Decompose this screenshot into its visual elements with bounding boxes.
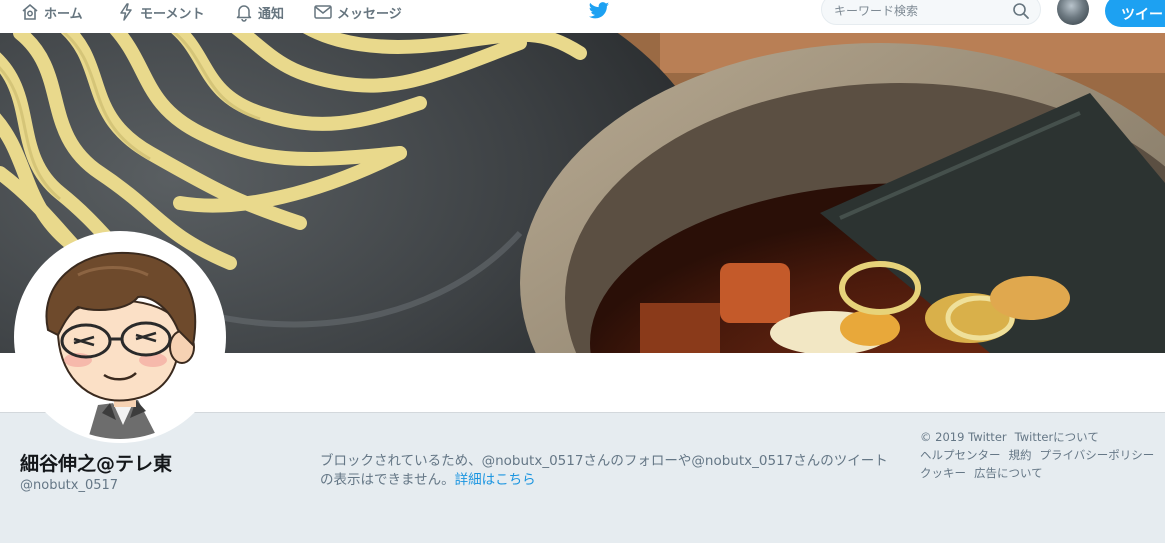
footer-terms-link[interactable]: 規約 <box>1009 448 1032 462</box>
lightning-icon <box>120 3 132 21</box>
footer-about-link[interactable]: Twitterについて <box>1015 430 1099 444</box>
profile-avatar[interactable] <box>14 231 226 443</box>
top-navigation-bar: ホーム モーメント 通知 メッセージ ツイー <box>0 0 1165 33</box>
blocked-notice: ブロックされているため、@nobutx_0517さんのフォローや@nobutx_… <box>320 452 900 490</box>
blocked-notice-text: ブロックされているため、@nobutx_0517さんのフォローや@nobutx_… <box>320 453 888 488</box>
nav-home[interactable]: ホーム <box>20 0 83 24</box>
nav-messages[interactable]: メッセージ <box>313 0 402 24</box>
twitter-bird-icon[interactable] <box>588 1 610 21</box>
footer-links: © 2019 Twitter Twitterについて ヘルプセンター 規約 プライバシ… <box>920 428 1165 482</box>
tweet-button[interactable]: ツイー <box>1105 0 1165 27</box>
nav-notifications-label: 通知 <box>258 6 285 22</box>
nav-notifications[interactable]: 通知 <box>234 0 284 24</box>
envelope-icon <box>314 5 332 19</box>
profile-handle: @nobutx_0517 <box>20 478 119 493</box>
search-icon[interactable] <box>1012 2 1030 20</box>
nav-messages-label: メッセージ <box>337 6 402 22</box>
account-avatar[interactable] <box>1057 0 1089 25</box>
profile-display-name: 細谷伸之@テレ東 <box>20 453 173 475</box>
footer-copyright: © 2019 Twitter <box>920 430 1007 444</box>
search-box <box>821 0 1041 25</box>
nav-home-label: ホーム <box>44 6 83 22</box>
blocked-details-link[interactable]: 詳細はこちら <box>455 472 536 488</box>
footer-ads-link[interactable]: 広告について <box>974 466 1043 480</box>
home-icon <box>22 3 38 20</box>
bell-icon <box>236 5 252 22</box>
footer-help-link[interactable]: ヘルプセンター <box>920 448 1001 462</box>
nav-moments[interactable]: モーメント <box>116 0 204 24</box>
footer-cookies-link[interactable]: クッキー <box>920 466 966 480</box>
nav-moments-label: モーメント <box>140 6 205 22</box>
footer-privacy-link[interactable]: プライバシーポリシー <box>1040 448 1155 462</box>
search-input[interactable] <box>834 2 1004 20</box>
